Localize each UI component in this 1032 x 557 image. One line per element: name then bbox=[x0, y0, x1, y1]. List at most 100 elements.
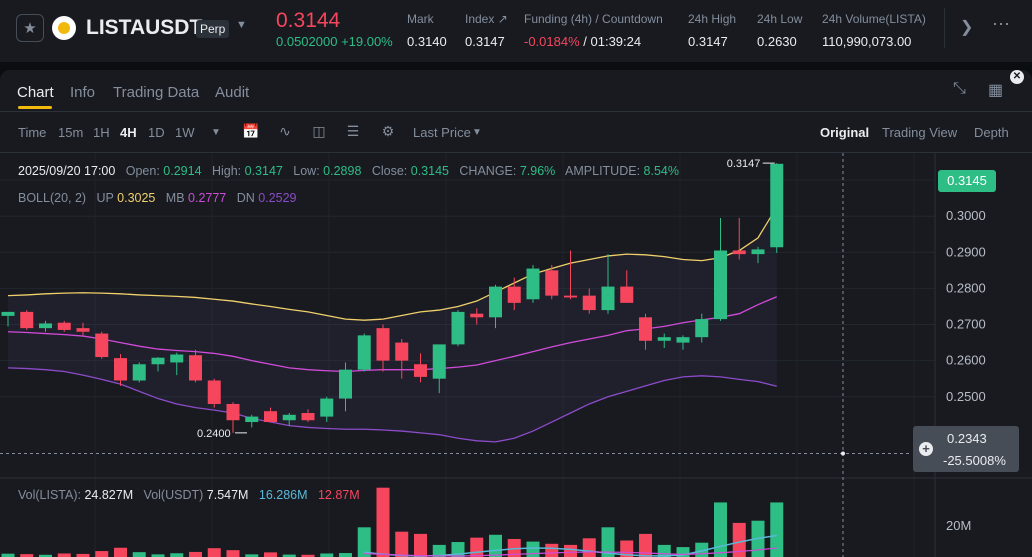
candle-down bbox=[395, 342, 409, 361]
candle-down bbox=[620, 286, 634, 303]
candle-down bbox=[76, 328, 90, 332]
crosshair-price-box[interactable]: + 0.2343 -25.5008% bbox=[913, 426, 1019, 472]
boll-mb-label: MB bbox=[165, 191, 185, 205]
candle-up bbox=[751, 249, 765, 255]
volume-bar bbox=[395, 531, 409, 557]
volume-bar bbox=[207, 548, 221, 557]
candle-up bbox=[339, 369, 352, 399]
high-label: High: bbox=[211, 164, 242, 178]
candle-up bbox=[245, 416, 259, 423]
volume-bar bbox=[376, 487, 390, 557]
volume-axis-label: 20M bbox=[946, 518, 971, 533]
candle-up bbox=[601, 286, 615, 311]
candle-up bbox=[282, 414, 296, 421]
candle-down bbox=[582, 295, 596, 311]
volume-bar bbox=[545, 543, 559, 557]
candle-down bbox=[732, 250, 746, 255]
candle-up bbox=[714, 250, 727, 320]
change-value: 7.96% bbox=[519, 164, 556, 178]
ohlc-info-row: 2025/09/20 17:00 Open: 0.2914 High: 0.31… bbox=[18, 164, 679, 178]
volume-bar bbox=[489, 534, 502, 557]
candle-down bbox=[507, 286, 521, 303]
candle-up bbox=[676, 337, 690, 343]
candle-up bbox=[526, 268, 540, 300]
ohlc-date: 2025/09/20 17:00 bbox=[18, 164, 116, 178]
candle-up bbox=[151, 357, 165, 365]
candle-up bbox=[489, 286, 502, 318]
open-label: Open: bbox=[125, 164, 160, 178]
y-tick-label: 0.2600 bbox=[946, 353, 986, 368]
candle-down bbox=[470, 313, 484, 318]
candle-down bbox=[95, 333, 109, 358]
high-marker-label: 0.3147 bbox=[727, 158, 761, 170]
candlestick-chart[interactable]: 0.31000.30000.29000.28000.27000.26000.25… bbox=[0, 0, 1032, 557]
volume-bar bbox=[264, 552, 277, 557]
amplitude-label: AMPLITUDE: bbox=[565, 164, 641, 178]
boll-mb-value: 0.2777 bbox=[188, 191, 227, 205]
candle-up bbox=[657, 337, 671, 341]
amplitude-value: 8.54% bbox=[643, 164, 679, 178]
vol-usdt-value: 7.547M bbox=[206, 488, 249, 502]
y-tick-label: 0.3000 bbox=[946, 208, 986, 223]
boll-name[interactable]: BOLL(20, 2) bbox=[18, 191, 86, 205]
crosshair-price: 0.2343 bbox=[947, 431, 987, 446]
boll-dn-value: 0.2529 bbox=[258, 191, 297, 205]
boll-up-value: 0.3025 bbox=[117, 191, 156, 205]
low-marker-label: 0.2400 bbox=[197, 428, 231, 440]
y-tick-label: 0.2700 bbox=[946, 317, 986, 332]
candle-down bbox=[114, 358, 127, 381]
candle-down bbox=[20, 311, 34, 329]
candle-down bbox=[545, 270, 559, 296]
volume-bar bbox=[189, 551, 202, 557]
vol-ma2-value: 12.87M bbox=[317, 488, 360, 502]
volume-bar bbox=[95, 551, 109, 557]
vol-lista-value: 24.827M bbox=[84, 488, 134, 502]
candle-up bbox=[432, 344, 446, 379]
volume-bar bbox=[339, 553, 352, 557]
volume-bar bbox=[226, 550, 240, 557]
volume-bar bbox=[564, 544, 577, 557]
candle-down bbox=[57, 322, 71, 330]
candle-up bbox=[320, 398, 334, 417]
candle-down bbox=[639, 317, 652, 341]
volume-bar bbox=[470, 537, 484, 557]
volume-bar bbox=[414, 533, 427, 557]
change-label: CHANGE: bbox=[459, 164, 517, 178]
close-label: Close: bbox=[371, 164, 408, 178]
candle-up bbox=[132, 364, 146, 381]
vol-ma1-value: 16.286M bbox=[258, 488, 308, 502]
candle-up bbox=[451, 311, 465, 345]
candle-up bbox=[357, 335, 371, 370]
app-root: ★ LISTAUSDT Perp ▼ 0.3144 0.0502000 +19.… bbox=[0, 0, 1032, 557]
candle-down bbox=[564, 295, 577, 298]
volume-info-row: Vol(LISTA): 24.827M Vol(USDT) 7.547M 16.… bbox=[18, 488, 360, 502]
boll-band-fill bbox=[8, 207, 777, 442]
boll-info-row: BOLL(20, 2) UP 0.3025 MB 0.2777 DN 0.252… bbox=[18, 191, 296, 205]
vol-usdt-label: Vol(USDT) bbox=[143, 488, 204, 502]
crosshair-percent: -25.5008% bbox=[943, 453, 1006, 468]
boll-up-label: UP bbox=[96, 191, 114, 205]
candle-down bbox=[264, 411, 277, 423]
volume-bar bbox=[714, 502, 727, 557]
open-value: 0.2914 bbox=[163, 164, 202, 178]
candle-up bbox=[695, 319, 709, 338]
y-tick-label: 0.2500 bbox=[946, 389, 986, 404]
volume-bar bbox=[132, 552, 146, 557]
add-order-plus-icon[interactable]: + bbox=[919, 442, 933, 456]
volume-bar bbox=[170, 553, 184, 557]
crosshair-dot bbox=[841, 451, 845, 456]
boll-dn-label: DN bbox=[236, 191, 255, 205]
candle-down bbox=[226, 403, 240, 421]
y-tick-label: 0.2800 bbox=[946, 280, 986, 295]
close-value: 0.3145 bbox=[410, 164, 449, 178]
candle-down bbox=[207, 380, 221, 404]
volume-bar bbox=[57, 553, 71, 557]
volume-bar bbox=[526, 541, 540, 557]
volume-bar bbox=[320, 553, 334, 557]
volume-bar bbox=[114, 547, 127, 557]
candle-down bbox=[414, 364, 427, 377]
candle-down bbox=[301, 413, 315, 421]
candle-up bbox=[39, 323, 52, 329]
current-price-tag: 0.3145 bbox=[938, 170, 996, 192]
high-value: 0.3147 bbox=[244, 164, 283, 178]
